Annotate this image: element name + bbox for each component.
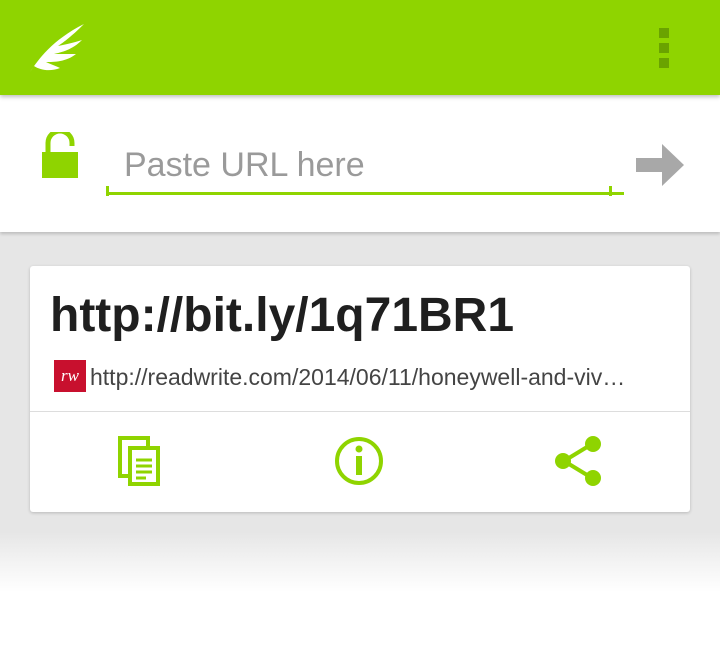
site-favicon: rw [54, 360, 86, 392]
copy-icon[interactable] [114, 434, 168, 488]
app-bar [0, 0, 720, 95]
short-url[interactable]: http://bit.ly/1q71BR1 [50, 288, 670, 343]
unlocked-padlock-icon[interactable] [42, 128, 78, 180]
share-icon[interactable] [552, 434, 606, 488]
long-url[interactable]: http://readwrite.com/2014/06/11/honeywel… [90, 364, 670, 391]
arrow-right-icon[interactable] [636, 142, 686, 188]
card-divider [30, 411, 690, 412]
wing-icon [28, 22, 86, 74]
input-underline-corner [609, 186, 612, 196]
url-input[interactable] [108, 140, 624, 195]
overflow-menu-icon[interactable] [648, 26, 680, 70]
result-card: http://bit.ly/1q71BR1 rw http://readwrit… [30, 266, 690, 512]
input-underline-corner [106, 186, 109, 196]
info-icon[interactable] [332, 434, 386, 488]
